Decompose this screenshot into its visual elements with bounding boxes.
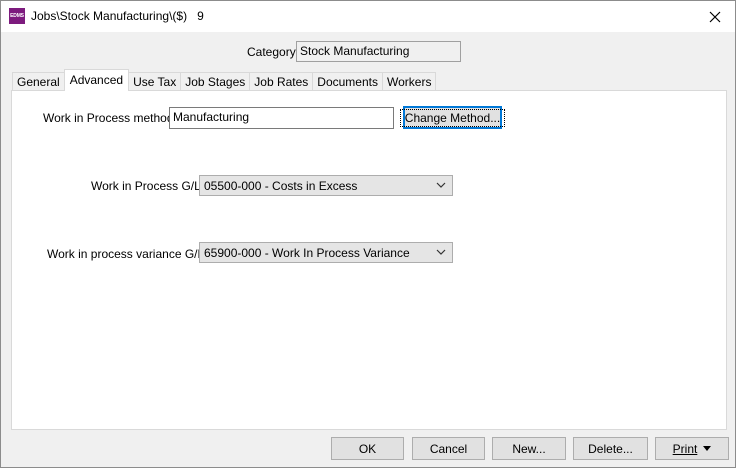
wip-method-label: Work in Process method: [43,111,177,125]
delete-button[interactable]: Delete... [573,437,648,460]
change-method-label: Change Method... [399,108,506,127]
tab-job-stages[interactable]: Job Stages [180,72,251,91]
app-icon: EDMS [9,8,25,24]
window-title: Jobs\Stock Manufacturing\($) 9 [31,9,204,23]
new-label: New... [512,441,546,456]
caret-down-icon [703,445,712,451]
tab-advanced[interactable]: Advanced [63,69,130,91]
close-button[interactable] [695,1,735,32]
close-icon [709,11,721,22]
wip-variance-value: 65900-000 - Work In Process Variance [204,246,410,260]
ok-button[interactable]: OK [331,437,404,460]
print-label: Print [672,441,698,456]
title-bar: EDMS Jobs\Stock Manufacturing\($) 9 [1,1,735,32]
category-field: Stock Manufacturing [296,41,461,62]
tab-workers[interactable]: Workers [382,72,437,91]
jobs-dialog-window: EDMS Jobs\Stock Manufacturing\($) 9 Cate… [0,0,736,468]
wip-gl-label: Work in Process G/L: [91,179,205,193]
cancel-label: Cancel [429,441,468,456]
chevron-down-icon [436,182,446,188]
new-button[interactable]: New... [492,437,566,460]
wip-gl-dropdown[interactable]: 05500-000 - Costs in Excess [199,175,453,196]
wip-variance-label: Work in process variance G/L: [47,247,208,261]
tab-general[interactable]: General [12,72,65,91]
cancel-button[interactable]: Cancel [412,437,485,460]
delete-label: Delete... [588,441,633,456]
chevron-down-icon [436,249,446,255]
change-method-button[interactable]: Change Method... [399,106,506,129]
wip-method-field[interactable]: Manufacturing [169,107,394,129]
advanced-tab-panel: Work in Process method: Manufacturing Ch… [11,90,727,430]
tab-use-tax[interactable]: Use Tax [128,72,182,91]
print-button[interactable]: Print [655,437,729,460]
ok-label: OK [358,441,377,456]
tab-documents[interactable]: Documents [312,72,383,91]
tab-job-rates[interactable]: Job Rates [249,72,314,91]
tab-strip: General Advanced Use Tax Job Stages Job … [12,69,437,91]
wip-gl-value: 05500-000 - Costs in Excess [204,179,358,193]
category-label: Category: [247,45,300,59]
wip-variance-dropdown[interactable]: 65900-000 - Work In Process Variance [199,242,453,263]
